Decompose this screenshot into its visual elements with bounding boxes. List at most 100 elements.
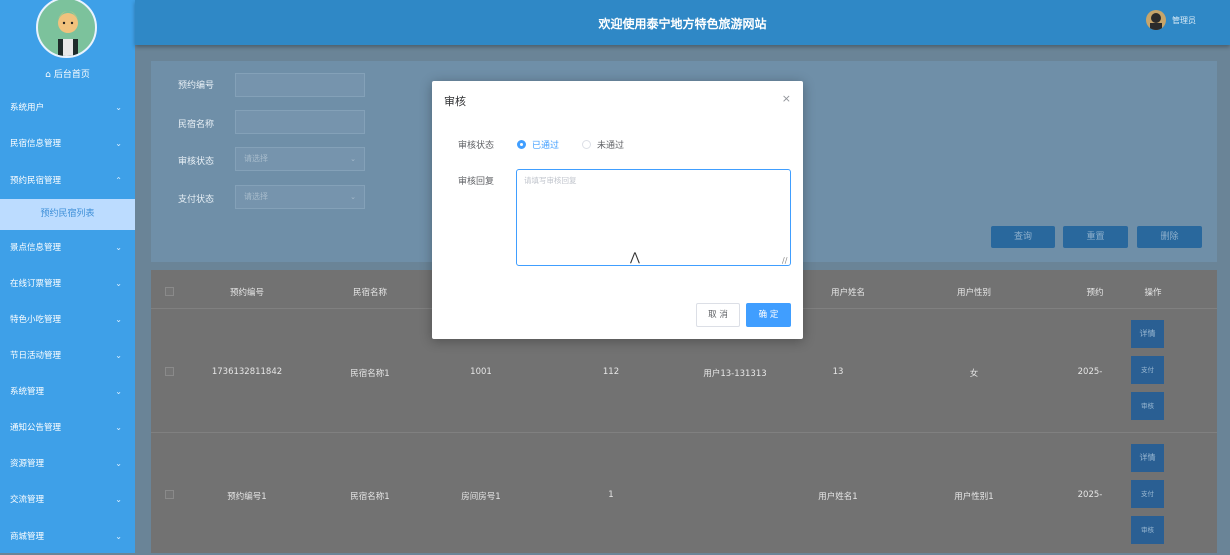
chevron-down-icon: ⌄ [115, 495, 122, 504]
sidebar-item-label: 商城管理 [10, 532, 45, 542]
sidebar-item-label: 在线订票管理 [10, 279, 62, 289]
chevron-down-icon: ⌄ [115, 459, 122, 468]
table-divider [151, 432, 1217, 433]
chevron-down-icon: ⌄ [350, 155, 356, 163]
sidebar-item-homestay-info[interactable]: 民宿信息管理 ⌄ [0, 126, 135, 162]
sidebar: ⌂ 后台首页 系统用户 ⌄ 民宿信息管理 ⌄ 预约民宿管理 ⌃ 预约民宿列表 景点信息管… [0, 0, 135, 553]
sidebar-item-homestay-booking[interactable]: 预约民宿管理 ⌃ [0, 163, 135, 199]
sidebar-item-label: 资源管理 [10, 459, 45, 469]
sidebar-item-label: 系统用户 [10, 103, 45, 113]
detail-button[interactable]: 详情 [1131, 320, 1164, 348]
query-button[interactable]: 查询 [991, 226, 1055, 248]
chevron-up-icon: ⌃ [115, 176, 122, 185]
sidebar-subitem-booking-list[interactable]: 预约民宿列表 [0, 199, 135, 230]
search-label-homestay-name: 民宿名称 [178, 120, 215, 130]
cell-room-no: 房间房号1 [461, 492, 501, 502]
col-header-homestay-name: 民宿名称 [352, 288, 387, 298]
radio-approved[interactable]: 已通过 [517, 138, 559, 151]
sidebar-item-forum[interactable]: 交流管理 ⌄ [0, 482, 135, 518]
sidebar-item-scenic-info[interactable]: 景点信息管理 ⌄ [0, 230, 135, 266]
audit-button[interactable]: 审核 [1131, 392, 1164, 420]
sidebar-item-label: 预约民宿管理 [10, 176, 62, 186]
select-all-checkbox[interactable] [165, 287, 174, 296]
sidebar-item-shop[interactable]: 商城管理 ⌄ [0, 519, 135, 555]
audit-button[interactable]: 审核 [1131, 516, 1164, 544]
sidebar-item-system[interactable]: 系统管理 ⌄ [0, 374, 135, 410]
col-header-user-name: 用户姓名 [830, 288, 865, 298]
confirm-button[interactable]: 确 定 [746, 303, 791, 327]
reset-button[interactable]: 重置 [1063, 226, 1128, 248]
cell-homestay-name: 民宿名称1 [350, 492, 390, 502]
resize-handle-icon[interactable]: ∕∕ [782, 256, 787, 265]
select-placeholder: 请选择 [244, 192, 268, 201]
pay-button[interactable]: 支付 [1131, 356, 1164, 384]
chevron-down-icon: ⌄ [115, 532, 122, 541]
select-placeholder: 请选择 [244, 154, 268, 163]
cell-booking-no: 预约编号1 [227, 492, 267, 502]
sidebar-item-label: 通知公告管理 [10, 423, 62, 433]
chevron-down-icon: ⌄ [115, 315, 122, 324]
sidebar-home-label: 后台首页 [53, 70, 90, 80]
cell-user-gender: 用户性别1 [954, 492, 994, 502]
row-checkbox[interactable] [165, 367, 174, 376]
admin-name[interactable]: 管理员 [1172, 15, 1196, 26]
chevron-down-icon: ⌄ [115, 103, 122, 112]
search-label-audit-status: 审核状态 [178, 157, 215, 167]
pay-status-select[interactable]: 请选择 ⌄ [235, 185, 365, 209]
radio-approved-label: 已通过 [532, 141, 560, 151]
search-label-pay-status: 支付状态 [178, 195, 215, 205]
audit-reply-label: 审核回复 [458, 177, 495, 187]
chevron-down-icon: ⌄ [115, 243, 122, 252]
audit-status-select[interactable]: 请选择 ⌄ [235, 147, 365, 171]
sidebar-item-system-users[interactable]: 系统用户 ⌄ [0, 90, 135, 126]
sidebar-item-label: 民宿信息管理 [10, 139, 62, 149]
pay-button[interactable]: 支付 [1131, 480, 1164, 508]
cell-booking-no: 1736132811842 [211, 367, 283, 377]
chevron-down-icon: ⌄ [350, 193, 356, 201]
sidebar-item-label: 系统管理 [10, 387, 45, 397]
top-bar: 欢迎使用泰宁地方特色旅游网站 管理员 [135, 0, 1230, 45]
sidebar-item-label: 交流管理 [10, 495, 45, 505]
audit-dialog: 审核 × 审核状态 已通过 未通过 审核回复 ∕∕ ⋀ 取 消 确 定 [432, 81, 803, 339]
admin-avatar[interactable] [1146, 10, 1166, 30]
sidebar-item-notice[interactable]: 通知公告管理 ⌄ [0, 410, 135, 446]
cancel-button[interactable]: 取 消 [696, 303, 740, 327]
site-title: 欢迎使用泰宁地方特色旅游网站 [598, 17, 767, 31]
cell-booking-time: 2025- [1077, 490, 1103, 500]
col-header-booking-time: 预约 [1086, 288, 1104, 298]
cell-user-name: 用户姓名1 [818, 492, 858, 502]
chevron-down-icon: ⌄ [115, 423, 122, 432]
cell-user-account: 用户13-131313 [703, 369, 767, 379]
col-header-user-gender: 用户性别 [956, 288, 991, 298]
sidebar-item-online-ticket[interactable]: 在线订票管理 ⌄ [0, 266, 135, 302]
sidebar-item-resources[interactable]: 资源管理 ⌄ [0, 446, 135, 482]
chevron-down-icon: ⌄ [115, 279, 122, 288]
cell-quantity: 112 [602, 367, 620, 377]
dialog-title: 审核 [444, 95, 466, 108]
sidebar-item-snacks[interactable]: 特色小吃管理 ⌄ [0, 302, 135, 338]
delete-button[interactable]: 删除 [1137, 226, 1202, 248]
sidebar-item-label: 特色小吃管理 [10, 315, 62, 325]
home-icon: ⌂ [45, 70, 51, 80]
sidebar-home-link[interactable]: ⌂ 后台首页 [0, 67, 135, 80]
site-avatar [36, 0, 97, 58]
row-checkbox[interactable] [165, 490, 174, 499]
col-header-actions: 操作 [1144, 288, 1162, 298]
homestay-name-input[interactable] [235, 110, 365, 134]
col-header-booking-no: 预约编号 [229, 288, 264, 298]
radio-checked-icon [517, 140, 526, 149]
detail-button[interactable]: 详情 [1131, 444, 1164, 472]
chevron-down-icon: ⌄ [115, 387, 122, 396]
cell-user-name: 13 [832, 367, 844, 377]
cell-homestay-name: 民宿名称1 [350, 369, 390, 379]
close-icon[interactable]: × [782, 92, 791, 105]
audit-reply-textarea[interactable] [516, 169, 791, 266]
sidebar-item-festival[interactable]: 节日活动管理 ⌄ [0, 338, 135, 374]
cell-user-gender: 女 [969, 369, 979, 379]
booking-no-input[interactable] [235, 73, 365, 97]
text-cursor-icon: ⋀ [630, 250, 640, 264]
radio-rejected[interactable]: 未通过 [582, 138, 624, 151]
cell-booking-time: 2025- [1077, 367, 1103, 377]
sidebar-item-label: 节日活动管理 [10, 351, 62, 361]
search-label-booking-no: 预约编号 [178, 81, 215, 91]
